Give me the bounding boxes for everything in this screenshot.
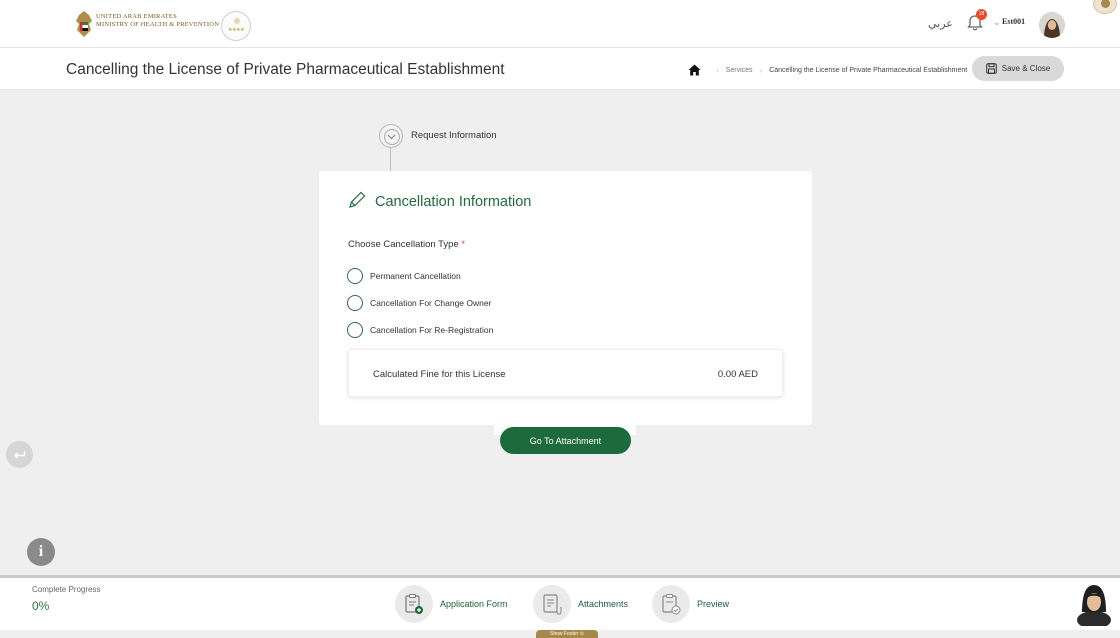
request-info-step-label[interactable]: Request Information <box>411 130 497 141</box>
radio-cancellation-re-registration[interactable]: Cancellation For Re-Registration <box>347 322 493 338</box>
clipboard-check-icon <box>652 585 690 623</box>
footer-step-preview[interactable]: Preview <box>652 585 729 623</box>
request-info-step-toggle[interactable] <box>379 124 403 148</box>
language-toggle[interactable]: عربي <box>928 17 953 30</box>
go-to-attachment-button[interactable]: Go To Attachment <box>500 427 631 454</box>
radio-cancellation-change-owner[interactable]: Cancellation For Change Owner <box>347 295 491 311</box>
radio-button[interactable] <box>347 295 363 311</box>
breadcrumb-separator: › <box>716 65 719 75</box>
radio-permanent-cancellation[interactable]: Permanent Cancellation <box>347 268 461 284</box>
footer-step-application-form[interactable]: Application Form <box>395 585 508 623</box>
footer-progress-bar: Complete Progress 0% Application Form At… <box>0 575 1120 630</box>
cancellation-info-card: Cancellation Information Choose Cancella… <box>319 171 812 425</box>
breadcrumb-separator: › <box>759 65 763 75</box>
fine-value: 0.00 AED <box>717 369 758 380</box>
avatar[interactable] <box>1039 12 1065 38</box>
breadcrumb-services[interactable]: Services <box>726 67 753 74</box>
ministry-name: UNITED ARAB EMIRATES MINISTRY OF HEALTH … <box>96 13 220 28</box>
star-rating-badge: ★★★★ <box>221 11 251 41</box>
clipboard-add-icon <box>395 585 433 623</box>
calculated-fine-box: Calculated Fine for this License 0.00 AE… <box>348 349 783 397</box>
uae-emblem-icon <box>76 11 92 37</box>
cancellation-type-label: Choose Cancellation Type * <box>348 239 466 250</box>
arrow-return-icon <box>14 450 26 458</box>
page-title: Cancelling the License of Private Pharma… <box>66 61 505 78</box>
floppy-icon <box>985 63 997 74</box>
virtual-assistant-icon[interactable] <box>1074 582 1114 626</box>
step-connector <box>390 148 391 171</box>
progress-value: 0% <box>32 599 50 613</box>
document-attach-icon <box>533 585 571 623</box>
notification-count-badge: 18 <box>976 9 987 20</box>
username[interactable]: Est001 <box>1002 17 1025 26</box>
save-close-label: Save & Close <box>1001 64 1051 73</box>
fine-label: Calculated Fine for this License <box>373 369 506 380</box>
footer-step-attachments[interactable]: Attachments <box>533 585 628 623</box>
required-marker: * <box>461 239 466 250</box>
back-button[interactable] <box>6 441 33 468</box>
breadcrumb: › Services › Cancelling the License of P… <box>688 64 967 76</box>
radio-button[interactable] <box>347 268 363 284</box>
pencil-icon <box>349 191 366 208</box>
top-header: UNITED ARAB EMIRATES MINISTRY OF HEALTH … <box>0 0 1120 48</box>
save-close-button[interactable]: Save & Close <box>972 56 1064 81</box>
progress-label: Complete Progress <box>32 585 101 594</box>
card-title: Cancellation Information <box>375 194 532 210</box>
show-footer-toggle[interactable]: Show Footer ⊙ <box>536 630 598 638</box>
home-icon[interactable] <box>688 64 701 76</box>
title-bar: Cancelling the License of Private Pharma… <box>0 48 1120 90</box>
breadcrumb-current: Cancelling the License of Private Pharma… <box>769 66 968 74</box>
chevron-down-icon <box>387 134 396 140</box>
radio-button[interactable] <box>347 322 363 338</box>
info-icon[interactable]: i <box>27 538 55 566</box>
chevron-down-icon[interactable]: ⌄ <box>993 17 1001 28</box>
emblem-corner-icon[interactable] <box>1093 0 1117 14</box>
